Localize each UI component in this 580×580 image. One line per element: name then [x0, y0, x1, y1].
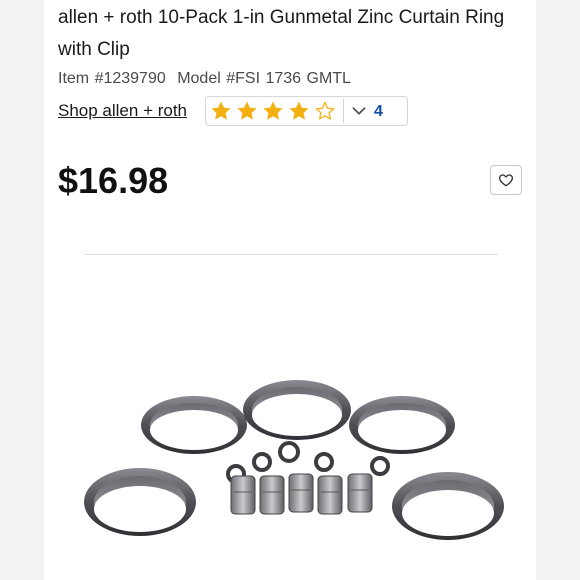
heart-icon: [499, 174, 513, 187]
product-meta: Item #1239790 Model #FSI 1736 GMTL: [58, 70, 351, 88]
star-filled-icon: [263, 101, 283, 120]
product-price: $16.98: [58, 160, 169, 201]
curtain-ring: [349, 396, 455, 454]
shop-brand-link[interactable]: Shop allen + roth: [58, 101, 187, 121]
star-filled-icon: [211, 101, 231, 120]
curtain-ring: [392, 472, 504, 540]
section-divider: [84, 254, 498, 255]
product-title: allen + roth 10-Pack 1-in Gunmetal Zinc …: [58, 7, 505, 60]
item-number: Item #1239790: [58, 70, 166, 87]
star-rating: [206, 99, 339, 123]
curtain-ring: [243, 380, 351, 440]
product-page: allen + roth 10-Pack 1-in Gunmetal Zinc …: [44, 0, 536, 580]
chevron-down-icon[interactable]: [348, 100, 370, 122]
review-count[interactable]: 4: [374, 103, 383, 121]
curtain-ring: [141, 396, 247, 454]
curtain-clips: [230, 473, 373, 515]
star-filled-icon: [289, 101, 309, 120]
rating-divider: [343, 99, 344, 123]
curtain-ring: [84, 468, 196, 536]
star-empty-icon: [315, 101, 335, 121]
model-number: Model #FSI 1736 GMTL: [177, 70, 351, 87]
product-image[interactable]: [84, 370, 504, 580]
star-filled-icon: [237, 101, 257, 120]
favorite-button[interactable]: [490, 165, 522, 195]
